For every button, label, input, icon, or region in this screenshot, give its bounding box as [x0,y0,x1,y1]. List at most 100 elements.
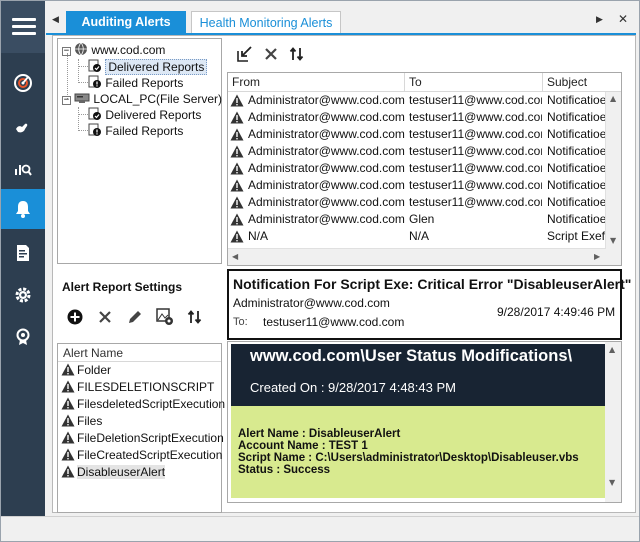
cell-from: N/A [248,229,269,243]
add-icon[interactable] [64,306,86,328]
alert-list-item[interactable]: FileCreatedScriptExecution [58,447,222,464]
tree-node-label: LOCAL_PC(File Server) [93,92,223,106]
column-subject[interactable]: Subject [543,73,621,92]
tree-node-label: Delivered Reports [105,59,208,75]
search-chart-icon[interactable] [1,149,45,189]
alert-list-item[interactable]: Files [58,413,221,430]
collapse-icon[interactable]: − [62,96,71,105]
tab-bar: ◀ Auditing Alerts Health Monitoring Aler… [46,11,636,34]
table-row[interactable]: Administrator@www.cod.com testuser11@www.… [228,160,606,177]
cell-subject: Notificatioed [547,161,606,175]
tree-node-delivered-reports[interactable]: Delivered Reports [88,107,201,123]
table-row[interactable]: Administrator@www.cod.com testuser11@www.… [228,126,606,143]
cell-to: testuser11@www.cod.com [409,144,542,158]
column-to[interactable]: To [405,73,543,92]
failed-report-icon [88,123,102,138]
status-bar [1,516,639,541]
close-icon[interactable]: ✕ [618,12,628,26]
delete-icon[interactable] [94,306,116,328]
tree-node-label: Failed Reports [105,76,184,90]
alert-list-item[interactable]: DisableuserAlert [58,464,221,481]
cell-to: testuser11@www.cod.com [409,161,542,175]
hand-icon[interactable] [1,107,45,147]
message-preview-header: Notification For Script Exe: Critical Er… [227,269,631,340]
menu-icon[interactable] [1,1,45,53]
failed-report-icon [88,75,102,90]
report-tree: − www.cod.com Delivered Reports Failed R… [57,38,222,264]
cell-to: testuser11@www.cod.com [409,195,542,209]
warning-icon [230,143,248,160]
grid-vertical-scrollbar[interactable]: ▲ ▼ [605,92,621,265]
cell-to: testuser11@www.cod.com [409,178,542,192]
table-row[interactable]: Administrator@www.cod.com testuser11@www.… [228,92,606,109]
edit-icon[interactable] [124,306,146,328]
cell-subject: Notificatioec [547,195,606,209]
alert-name: FILESDELETIONSCRIPT [77,380,215,394]
bell-icon[interactable] [1,189,45,229]
warning-icon [230,92,248,109]
table-row[interactable]: Administrator@www.cod.com testuser11@www.… [228,109,606,126]
alert-name: Files [77,414,103,428]
grid-header: From To Subject [228,73,621,92]
award-icon[interactable] [1,317,45,357]
cell-to: Glen [409,212,435,226]
alert-name-list: Alert Name Folder FILESDELETIONSCRIPT File… [57,343,225,513]
tree-node-delivered-reports[interactable]: Delivered Reports [88,59,208,75]
cell-to: testuser11@www.cod.com [409,93,542,107]
tab-scroll-left-icon[interactable]: ◀ [52,15,59,25]
alert-list-item[interactable]: FileDeletionScriptExecution [58,430,224,447]
cell-from: Administrator@www.cod.com [248,110,405,124]
preview-vertical-scrollbar[interactable]: ▲ ▼ [605,342,621,502]
cell-subject: Notificatioed [547,127,606,141]
alert-list-item[interactable]: FILESDELETIONSCRIPT [58,379,221,396]
gear-icon[interactable] [1,275,45,315]
warning-icon [230,126,248,143]
delivered-report-icon [88,59,102,74]
cell-subject: Notificatioed [547,144,606,158]
report-icon[interactable] [1,233,45,273]
sort-icon[interactable] [286,43,308,65]
table-row[interactable]: Administrator@www.cod.com testuser11@www.… [228,194,606,211]
cell-subject: Notificatioed [547,212,606,226]
tree-node-local-pc[interactable]: − LOCAL_PC(File Server) [62,91,222,107]
export-icon[interactable] [234,43,256,65]
warning-icon [230,228,248,245]
column-from[interactable]: From [228,73,405,92]
tree-node-failed-reports[interactable]: Failed Reports [88,75,183,91]
report-details-block: Alert Name : DisableuserAlert Account Na… [231,406,605,498]
cell-from: Administrator@www.cod.com [248,144,405,158]
alert-name-header[interactable]: Alert Name [58,344,221,362]
table-row[interactable]: Administrator@www.cod.com testuser11@www.… [228,143,606,160]
detail-script-name: Script Name : C:\Users\administrator\Des… [238,452,579,464]
tab-health-monitoring-alerts[interactable]: Health Monitoring Alerts [191,11,341,34]
table-row[interactable]: Administrator@www.cod.com Glen Notificatio… [228,211,606,228]
sort-icon[interactable] [184,306,206,328]
message-subject: Notification For Script Exe: Critical Er… [233,276,632,292]
collapse-icon[interactable]: − [62,47,71,56]
grid-horizontal-scrollbar[interactable]: ◀ ▶ [228,248,606,265]
report-heading-block: www.cod.com\User Status Modifications\ C… [231,344,605,406]
alert-list-item[interactable]: Folder [58,362,221,379]
table-row[interactable]: N/A N/A Script Exefu [228,228,606,245]
image-settings-icon[interactable] [154,306,176,328]
cell-from: Administrator@www.cod.com [248,178,405,192]
tree-node-failed-reports[interactable]: Failed Reports [88,123,183,139]
alert-list-item[interactable]: FilesdeletedScriptExecution [58,396,225,413]
cell-from: Administrator@www.cod.com [248,93,405,107]
report-created-on: Created On : 9/28/2017 4:48:43 PM [250,380,456,395]
tab-scroll-right-icon[interactable]: ▶ [596,15,603,25]
table-row[interactable]: Administrator@www.cod.com testuser11@www.… [228,177,606,194]
cell-from: Administrator@www.cod.com [248,161,405,175]
globe-icon [74,42,88,57]
warning-icon [230,109,248,126]
delete-icon[interactable] [260,43,282,65]
cell-subject: Script Exefu [547,229,606,243]
alert-name: DisableuserAlert [77,465,166,479]
tree-node-label: Delivered Reports [105,108,202,122]
tab-auditing-alerts[interactable]: Auditing Alerts [66,11,186,34]
server-icon [74,92,90,106]
alert-name: Folder [77,363,112,377]
radar-icon[interactable] [1,63,45,103]
left-nav [1,1,45,516]
tree-node-www-cod-com[interactable]: − www.cod.com [62,42,165,58]
